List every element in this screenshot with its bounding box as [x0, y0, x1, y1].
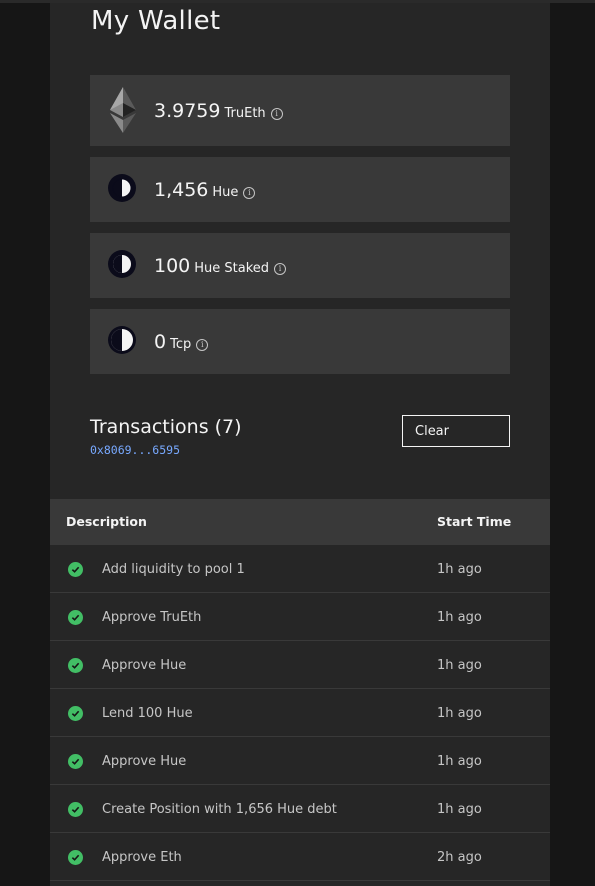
transaction-description: Approve Eth: [102, 850, 182, 865]
transaction-time: 1h ago: [437, 562, 482, 577]
hue-token-icon: [107, 249, 137, 279]
success-check-icon: [68, 802, 83, 817]
balance-unit: Hue: [212, 184, 239, 200]
balance-unit: Tcp: [170, 336, 192, 352]
success-check-icon: [68, 658, 83, 673]
table-row: Create Position with 1,656 Hue debt 1h a…: [50, 785, 550, 833]
transaction-time: 1h ago: [437, 658, 482, 673]
eth-icon: [108, 87, 138, 133]
transaction-description: Approve Hue: [102, 754, 187, 769]
balance-card-hue: 1,456 Hue i: [90, 157, 510, 222]
balance-unit: Hue Staked: [194, 260, 270, 276]
transaction-description: Add liquidity to pool 1: [102, 562, 245, 577]
table-header: Description Start Time: [50, 499, 550, 545]
info-icon[interactable]: i: [270, 107, 283, 120]
info-icon[interactable]: i: [196, 338, 209, 351]
hue-token-icon: [107, 173, 137, 203]
transaction-time: 1h ago: [437, 706, 482, 721]
table-row: Lend 100 Hue 1h ago: [50, 689, 550, 737]
wallet-address-link[interactable]: 0x8069...6595: [90, 443, 180, 457]
wallet-panel: My Wallet 3.9759 TruEth i 1,456 Hue i 10…: [50, 3, 550, 886]
transactions-table: Description Start Time Add liquidity to …: [50, 499, 550, 881]
table-row: Approve TruEth 1h ago: [50, 593, 550, 641]
transaction-time: 1h ago: [437, 802, 482, 817]
transaction-description: Lend 100 Hue: [102, 706, 193, 721]
transaction-time: 1h ago: [437, 610, 482, 625]
table-row: Add liquidity to pool 1 1h ago: [50, 545, 550, 593]
transactions-heading: Transactions (7): [90, 416, 242, 438]
transaction-time: 1h ago: [437, 754, 482, 769]
balance-amount: 0: [154, 330, 167, 353]
column-header-description[interactable]: Description: [66, 514, 147, 529]
success-check-icon: [68, 706, 83, 721]
balance-card-tcp: 0 Tcp i: [90, 309, 510, 374]
page-title: My Wallet: [91, 6, 221, 36]
transaction-description: Approve Hue: [102, 658, 187, 673]
clear-button[interactable]: Clear: [402, 415, 510, 447]
success-check-icon: [68, 850, 83, 865]
balance-amount: 100: [154, 254, 191, 277]
info-icon[interactable]: i: [243, 186, 256, 199]
balance-card-hue-staked: 100 Hue Staked i: [90, 233, 510, 298]
success-check-icon: [68, 754, 83, 769]
table-row: Approve Hue 1h ago: [50, 737, 550, 785]
transaction-description: Approve TruEth: [102, 610, 202, 625]
tcp-token-icon: [107, 325, 137, 355]
success-check-icon: [68, 562, 83, 577]
table-row: Approve Eth 2h ago: [50, 833, 550, 881]
balance-unit: TruEth: [224, 105, 266, 121]
balance-amount: 1,456: [154, 178, 209, 201]
table-row: Approve Hue 1h ago: [50, 641, 550, 689]
balance-amount: 3.9759: [154, 99, 221, 122]
success-check-icon: [68, 610, 83, 625]
transaction-time: 2h ago: [437, 850, 482, 865]
balance-card-trueth: 3.9759 TruEth i: [90, 75, 510, 146]
column-header-start-time[interactable]: Start Time: [437, 514, 511, 529]
info-icon[interactable]: i: [274, 262, 287, 275]
transaction-description: Create Position with 1,656 Hue debt: [102, 802, 337, 817]
